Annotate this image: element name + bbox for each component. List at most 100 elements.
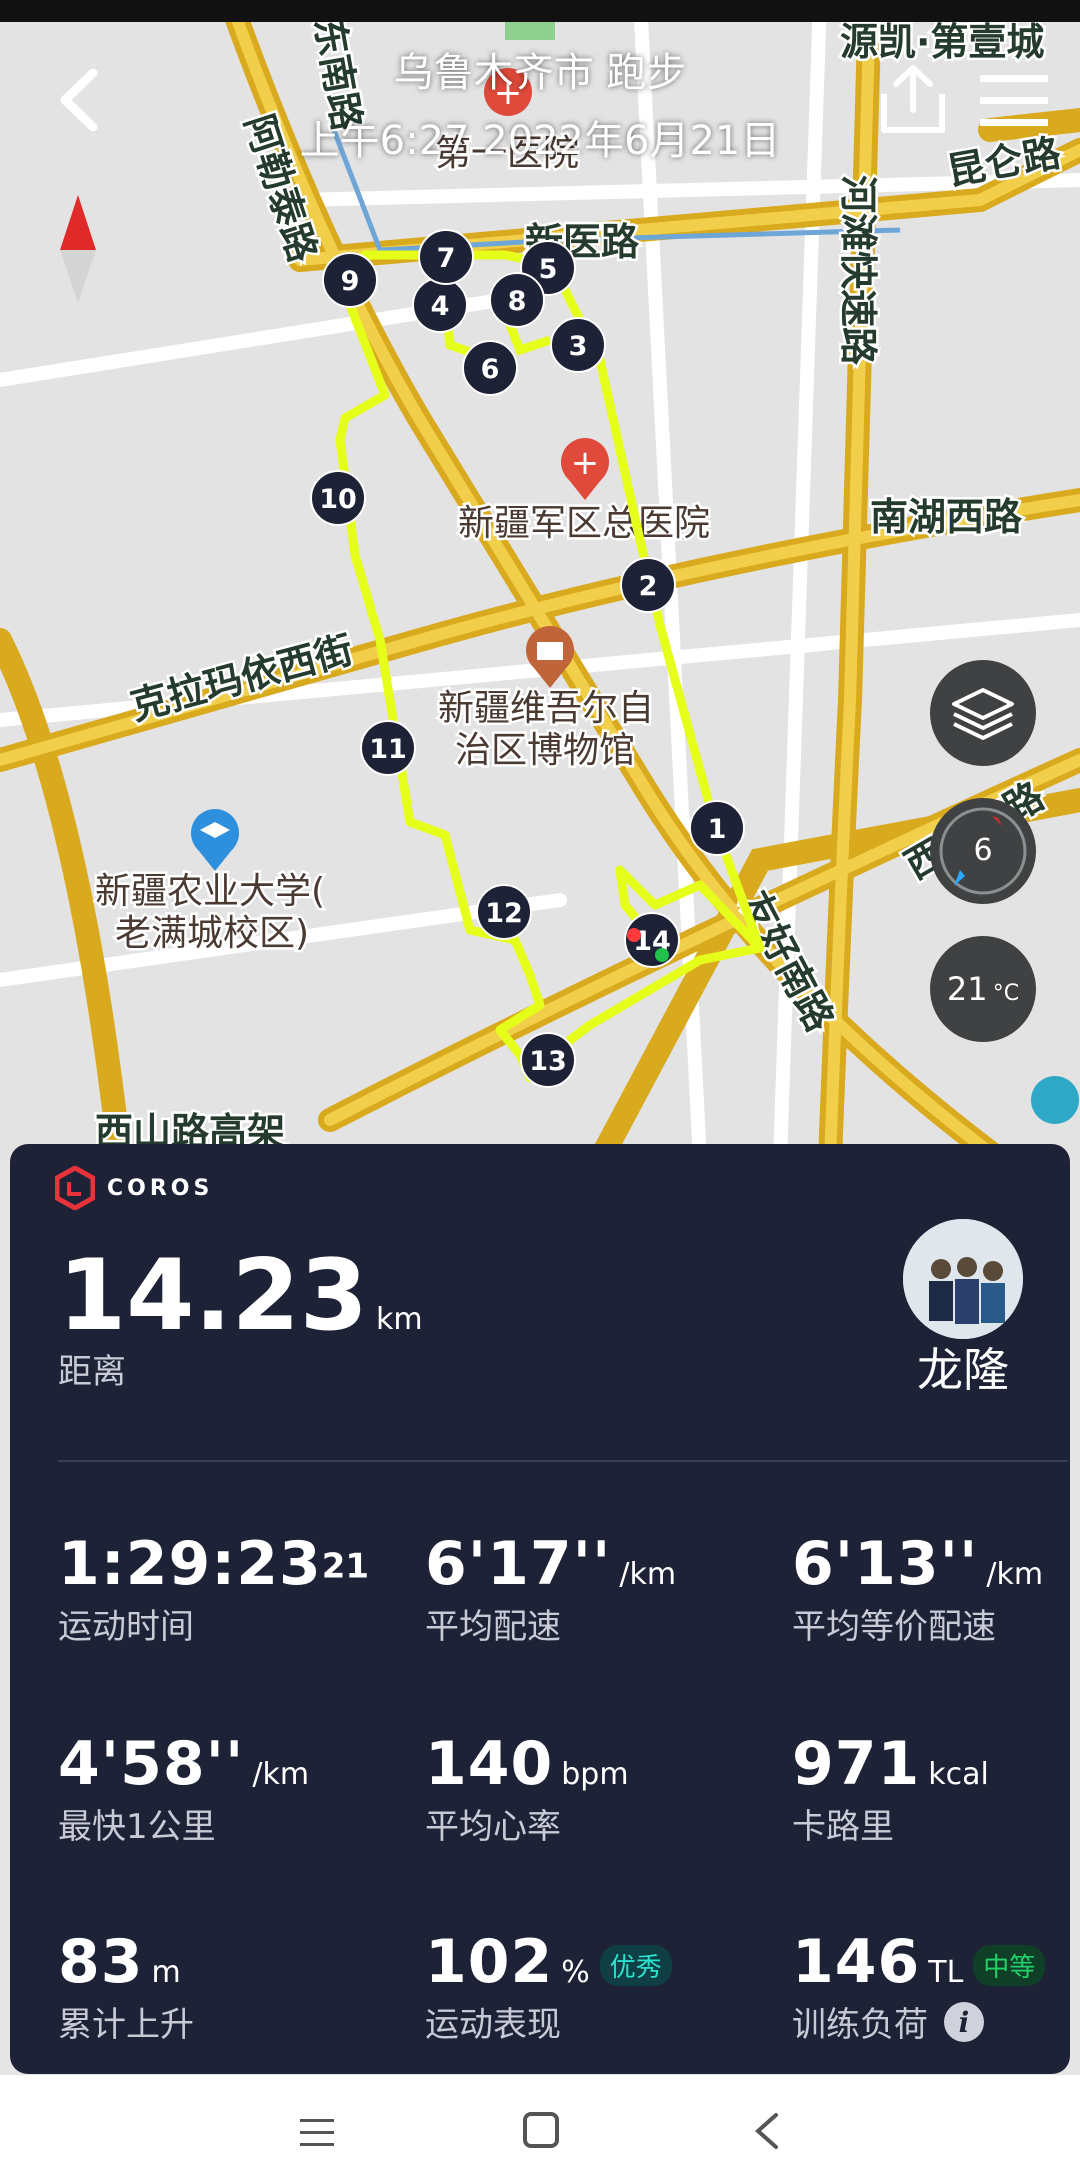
training-load-unit: TL bbox=[928, 1955, 964, 1990]
back-arrow-icon bbox=[60, 68, 98, 132]
km-marker-8: 8 bbox=[489, 272, 545, 328]
km-marker-1: 1 bbox=[689, 800, 745, 856]
stat-elevation-gain: 83 m 累计上升 bbox=[58, 1927, 194, 2046]
km-marker-4: 4 bbox=[412, 277, 468, 333]
poi-label-museum-1: 新疆维吾尔自 bbox=[438, 688, 654, 729]
km-marker-11: 11 bbox=[360, 720, 416, 776]
share-button[interactable] bbox=[878, 62, 948, 141]
map-layers-button[interactable] bbox=[930, 660, 1036, 766]
performance-badge: 优秀 bbox=[599, 1945, 672, 1986]
temperature-unit: °C bbox=[992, 981, 1020, 1006]
fastest-km-unit: /km bbox=[252, 1757, 310, 1792]
km-marker-label: 4 bbox=[431, 291, 450, 322]
calories-value: 971 bbox=[792, 1729, 921, 1799]
km-marker-label: 3 bbox=[569, 331, 588, 362]
heart-rate-unit: bpm bbox=[561, 1757, 629, 1792]
km-marker-7: 7 bbox=[418, 229, 474, 285]
elevation-value: 83 bbox=[58, 1927, 144, 1997]
distance-value: 14.23 bbox=[58, 1239, 368, 1353]
km-marker-label: 5 bbox=[539, 254, 558, 285]
duration-hundredths: 21 bbox=[321, 1546, 370, 1587]
training-load-label: 训练负荷 bbox=[792, 2005, 928, 2045]
km-marker-6: 6 bbox=[462, 340, 518, 396]
km-marker-12: 12 bbox=[476, 884, 532, 940]
km-marker-label: 11 bbox=[369, 734, 407, 765]
avatar[interactable] bbox=[903, 1219, 1023, 1339]
user-name[interactable]: 龙隆 bbox=[863, 1334, 1063, 1400]
road-label-hetan: 河滩快速路 bbox=[836, 175, 880, 366]
temperature-value: 21 bbox=[946, 970, 988, 1008]
stat-calories: 971 kcal 卡路里 bbox=[792, 1729, 989, 1848]
road-label-nanhu: 南湖西路 bbox=[870, 495, 1023, 539]
km-marker-label: 8 bbox=[508, 286, 527, 317]
svg-text:+: + bbox=[571, 443, 600, 483]
temperature-button[interactable]: 21 °C bbox=[930, 936, 1036, 1042]
divider bbox=[58, 1460, 1068, 1462]
distance-block: 14.23 km bbox=[58, 1239, 423, 1353]
km-marker-label: 7 bbox=[437, 243, 456, 274]
brand-logo: COROS bbox=[55, 1166, 213, 1210]
poi-label-agri-univ-1: 新疆农业大学( bbox=[95, 871, 325, 912]
status-bar bbox=[0, 0, 1080, 22]
eq-pace-value: 6'13'' bbox=[792, 1529, 979, 1599]
km-marker-label: 10 bbox=[319, 484, 357, 515]
calories-unit: kcal bbox=[928, 1757, 989, 1792]
training-load-value: 146 bbox=[792, 1927, 921, 1997]
eq-pace-label: 平均等价配速 bbox=[792, 1607, 996, 1647]
north-arrow-icon bbox=[60, 195, 96, 303]
performance-label: 运动表现 bbox=[425, 2005, 561, 2045]
stat-avg-pace: 6'17''/km 平均配速 bbox=[425, 1529, 676, 1648]
stat-eq-pace: 6'13''/km 平均等价配速 bbox=[792, 1529, 1043, 1648]
fastest-km-value: 4'58'' bbox=[58, 1729, 245, 1799]
calories-label: 卡路里 bbox=[792, 1807, 894, 1847]
distance-label: 距离 bbox=[58, 1352, 126, 1392]
activity-summary-panel: COROS 14.23 km 距离 龙隆 1:29:2321 运动时间 6'17'… bbox=[10, 1144, 1070, 2074]
avg-pace-unit: /km bbox=[619, 1557, 677, 1592]
stat-performance[interactable]: 102% 优秀 运动表现 bbox=[425, 1927, 672, 2046]
km-marker-label: 2 bbox=[639, 571, 658, 602]
elevation-label: 累计上升 bbox=[58, 2005, 194, 2045]
training-load-badge: 中等 bbox=[973, 1945, 1046, 1986]
menu-icon bbox=[980, 75, 1048, 126]
route-end-dot bbox=[627, 928, 641, 942]
eq-pace-unit: /km bbox=[986, 1557, 1044, 1592]
back-nav-icon[interactable] bbox=[752, 2111, 782, 2151]
km-marker-13: 13 bbox=[520, 1032, 576, 1088]
fastest-km-label: 最快1公里 bbox=[58, 1807, 216, 1847]
route-start-dot bbox=[655, 948, 669, 962]
stat-fastest-km: 4'58''/km 最快1公里 bbox=[58, 1729, 309, 1848]
stat-training-load[interactable]: 146 TL 中等 训练负荷 i bbox=[792, 1927, 1046, 2046]
poi-label-military-hospital: 新疆军区总医院 bbox=[458, 503, 710, 544]
duration-label: 运动时间 bbox=[58, 1607, 194, 1647]
back-button[interactable] bbox=[55, 65, 105, 139]
stat-heart-rate: 140 bpm 平均心率 bbox=[425, 1729, 629, 1848]
performance-unit: % bbox=[561, 1955, 590, 1990]
poi-label-agri-univ-2: 老满城校区) bbox=[115, 913, 309, 954]
svg-text:i: i bbox=[959, 2006, 970, 2039]
km-marker-label: 12 bbox=[485, 898, 523, 929]
info-icon[interactable]: i bbox=[942, 2000, 986, 2044]
km-marker-9: 9 bbox=[322, 252, 378, 308]
compass-north-button[interactable] bbox=[58, 195, 98, 309]
compass-value: 6 bbox=[973, 833, 993, 868]
layers-icon bbox=[952, 688, 1014, 740]
compass-dial[interactable]: 6 bbox=[930, 798, 1036, 904]
home-icon[interactable] bbox=[522, 2111, 562, 2151]
elevation-unit: m bbox=[151, 1955, 181, 1990]
menu-button[interactable] bbox=[980, 75, 1048, 131]
performance-value: 102 bbox=[425, 1927, 554, 1997]
heart-rate-value: 140 bbox=[425, 1729, 554, 1799]
km-marker-label: 6 bbox=[481, 354, 500, 385]
km-marker-label: 13 bbox=[529, 1046, 567, 1077]
km-marker-3: 3 bbox=[550, 317, 606, 373]
km-marker-label: 1 bbox=[708, 814, 727, 845]
brand-name: COROS bbox=[107, 1175, 214, 1201]
heart-rate-label: 平均心率 bbox=[425, 1807, 561, 1847]
km-marker-label: 9 bbox=[341, 266, 360, 297]
poi-label-museum-2: 治区博物馆 bbox=[455, 730, 635, 771]
recents-icon[interactable] bbox=[298, 2117, 338, 2147]
avg-pace-value: 6'17'' bbox=[425, 1529, 612, 1599]
km-marker-10: 10 bbox=[310, 470, 366, 526]
avatar-photo bbox=[903, 1219, 1023, 1339]
route-map[interactable]: 阿勒泰路 东南路 新医路 河滩快速路 昆仑路 南湖西路 克拉玛依西街 友好南路 … bbox=[0, 0, 1080, 1160]
